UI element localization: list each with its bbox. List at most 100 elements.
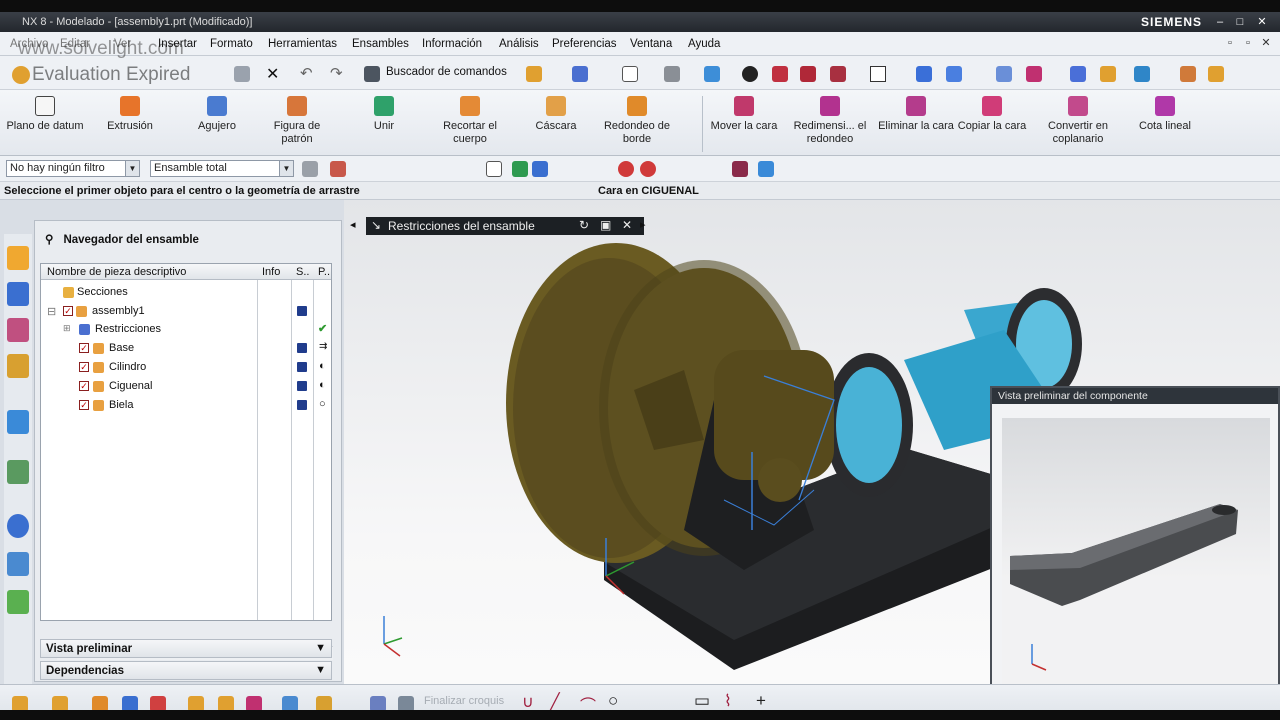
line-icon[interactable]: ╱ — [550, 692, 560, 710]
type-filter-select[interactable]: No hay ningún filtro ▼ — [6, 160, 140, 177]
constraint-navigator-tab-icon[interactable] — [7, 282, 29, 306]
column-header-name[interactable]: Nombre de pieza descriptivo — [47, 266, 186, 278]
command-finder-button[interactable]: Buscador de comandos — [386, 66, 507, 78]
menu-analisis[interactable]: Análisis — [499, 38, 539, 50]
viewport-tab[interactable]: ↘ Restricciones del ensamble ↻ ▣ ✕ — [366, 217, 644, 235]
table-row[interactable]: ⊟ ✓ assembly1 — [41, 303, 331, 321]
start-icon[interactable] — [12, 66, 30, 84]
arc-icon[interactable]: ⌒ — [580, 692, 596, 710]
show-hide-icon[interactable] — [1134, 66, 1150, 82]
chevron-left-icon[interactable]: ◂ — [350, 218, 356, 231]
clock-icon[interactable] — [7, 514, 29, 538]
move-face-button[interactable]: Mover la cara — [704, 94, 784, 133]
dependencies-panel-header[interactable]: Dependencias ▼ — [40, 661, 332, 680]
pattern-icon[interactable] — [1208, 66, 1224, 82]
layer-icon[interactable] — [996, 66, 1012, 82]
visibility-checkbox[interactable]: ✓ — [79, 381, 89, 391]
menu-ventana[interactable]: Ventana — [630, 38, 672, 50]
filter-reset-icon[interactable] — [302, 161, 318, 177]
table-row[interactable]: ✓ Biela ○ — [41, 397, 331, 415]
column-header-position[interactable]: P.. — [318, 266, 330, 278]
arrange-icon[interactable] — [282, 696, 298, 710]
menu-ensambles[interactable]: Ensambles — [352, 38, 409, 50]
component-new-icon[interactable] — [218, 696, 234, 710]
section-icon[interactable] — [830, 66, 846, 82]
visibility-checkbox[interactable]: ✓ — [63, 306, 73, 316]
visibility-checkbox[interactable]: ✓ — [79, 400, 89, 410]
quadrant-icon[interactable] — [640, 161, 656, 177]
delete-face-button[interactable]: Eliminar la cara — [876, 94, 956, 133]
assembly-navigator-tab-icon[interactable] — [7, 246, 29, 270]
snap-icon[interactable] — [916, 66, 932, 82]
add-icon[interactable] — [526, 66, 542, 82]
reposition-icon[interactable] — [316, 696, 332, 710]
column-header-saved[interactable]: S.. — [296, 266, 309, 278]
pattern-feature-button[interactable]: Figura de patrón — [257, 94, 337, 146]
chevron-right-icon[interactable]: ▸ — [640, 218, 646, 231]
datum-plane-button[interactable]: Plano de datum — [5, 94, 85, 133]
history-tab-icon[interactable] — [7, 460, 29, 484]
selection-icon[interactable] — [572, 66, 588, 82]
select-box-icon[interactable] — [486, 161, 502, 177]
table-row[interactable]: ✓ Base ⇉ — [41, 340, 331, 358]
collapse-icon[interactable]: ⊟ — [47, 305, 56, 318]
table-row[interactable]: ⊞ Restricciones ✔ — [41, 321, 331, 339]
resize-blend-button[interactable]: Redimensi... el redondeo — [790, 94, 870, 146]
redo-icon[interactable]: ↷ — [330, 64, 343, 82]
preview-panel-header[interactable]: Vista preliminar ▼ — [40, 639, 332, 658]
make-coplanar-button[interactable]: Convertir en coplanario — [1038, 94, 1118, 146]
trim-body-button[interactable]: Recortar el cuerpo — [430, 94, 510, 146]
mate-icon[interactable] — [122, 696, 138, 710]
part-navigator-tab-icon[interactable] — [7, 318, 29, 342]
finish-sketch-button[interactable]: Finalizar croquis — [424, 695, 504, 707]
point-on-curve-icon[interactable] — [732, 161, 748, 177]
finish-sketch-icon[interactable] — [398, 696, 414, 710]
pin-icon[interactable]: ▣ — [600, 218, 611, 232]
table-row[interactable]: Secciones — [41, 284, 331, 302]
shell-button[interactable]: Cáscara — [516, 94, 596, 133]
snap-point-icon[interactable] — [330, 161, 346, 177]
point-icon[interactable]: + — [756, 691, 766, 710]
minimize-button[interactable]: – — [1212, 15, 1228, 29]
doc-minimize-button[interactable]: ▫ — [1222, 36, 1238, 50]
circle-icon[interactable]: ○ — [608, 691, 618, 710]
polygon-icon[interactable]: ⌇ — [724, 691, 732, 710]
delete-icon[interactable]: ✕ — [266, 64, 279, 84]
pin-icon[interactable]: ⚲ — [45, 234, 53, 246]
menu-informacion[interactable]: Información — [422, 38, 482, 50]
endpoint-icon[interactable] — [512, 161, 528, 177]
center-point-icon[interactable] — [618, 161, 634, 177]
background-icon[interactable] — [870, 66, 886, 82]
expand-icon[interactable]: ⊞ — [63, 323, 71, 334]
extrude-button[interactable]: Extrusión — [90, 94, 170, 133]
menu-ayuda[interactable]: Ayuda — [688, 38, 720, 50]
measure-icon[interactable] — [1100, 66, 1116, 82]
reuse-library-tab-icon[interactable] — [7, 354, 29, 378]
rectangle-icon[interactable]: ▭ — [694, 691, 710, 710]
maximize-button[interactable]: □ — [1232, 15, 1248, 29]
fit-view-icon[interactable] — [622, 66, 638, 82]
save-icon[interactable] — [234, 66, 250, 82]
doc-restore-button[interactable]: ▫ — [1240, 36, 1256, 50]
shaded-icon[interactable] — [704, 66, 720, 82]
feature-icon[interactable] — [92, 696, 108, 710]
doc-close-button[interactable]: ✕ — [1258, 36, 1274, 50]
visibility-checkbox[interactable]: ✓ — [79, 343, 89, 353]
sketch-icon[interactable] — [12, 696, 28, 710]
close-button[interactable]: ✕ — [1254, 15, 1270, 29]
linear-dimension-button[interactable]: Cota lineal — [1125, 94, 1205, 133]
table-row[interactable]: ✓ Ciguenal ◐ — [41, 378, 331, 396]
edge-blend-button[interactable]: Redondeo de borde — [597, 94, 677, 146]
system-materials-tab-icon[interactable] — [7, 552, 29, 576]
point-on-surface-icon[interactable] — [758, 161, 774, 177]
view-orient-icon[interactable] — [664, 66, 680, 82]
menu-preferencias[interactable]: Preferencias — [552, 38, 617, 50]
grid-icon[interactable] — [1180, 66, 1196, 82]
constraint-solver-icon[interactable] — [150, 696, 166, 710]
clip-section-icon[interactable] — [800, 66, 816, 82]
copy-face-button[interactable]: Copiar la cara — [952, 94, 1032, 133]
close-icon[interactable]: ✕ — [622, 218, 632, 232]
transform-icon[interactable] — [1070, 66, 1086, 82]
undo-icon[interactable]: ↶ — [300, 64, 313, 82]
wcs-icon[interactable] — [1026, 66, 1042, 82]
